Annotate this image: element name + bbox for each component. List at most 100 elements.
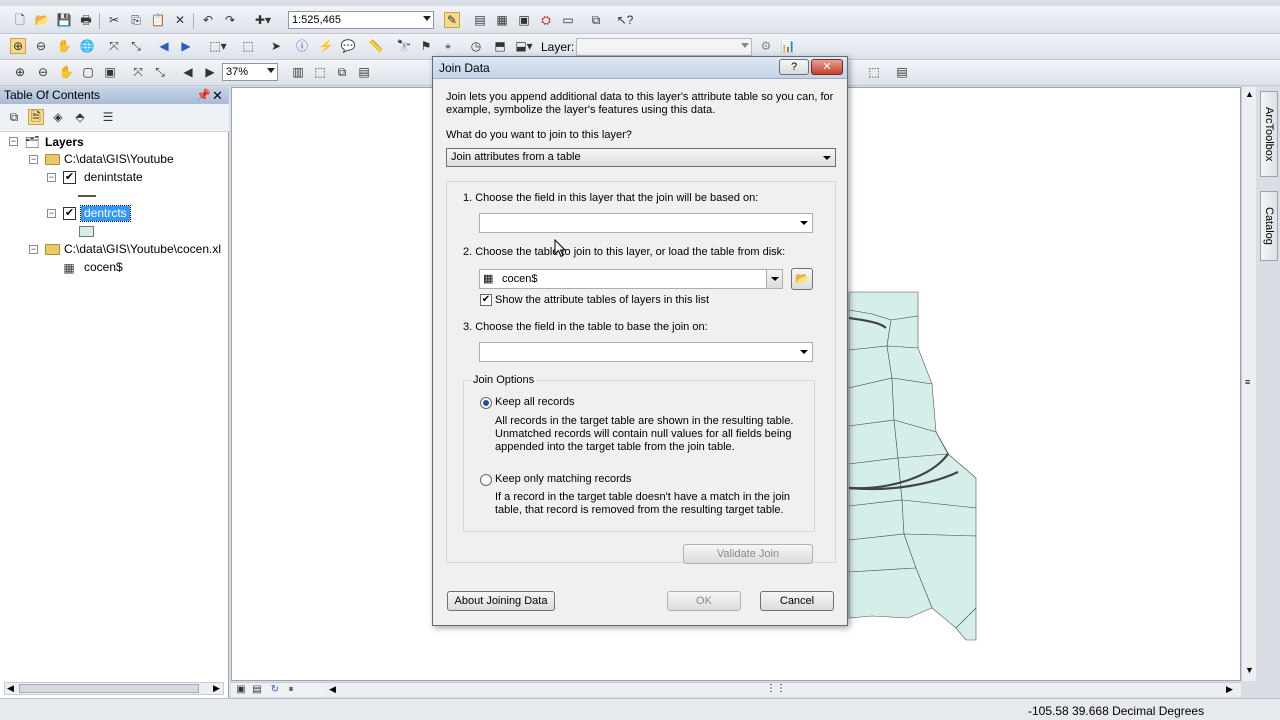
dialog-title-bar[interactable]: Join Data ? ✕: [433, 57, 847, 79]
focus-data-frame-icon[interactable]: ⬚: [312, 64, 328, 80]
table-field-select[interactable]: [479, 342, 813, 362]
join-table-select[interactable]: ▦ cocen$: [479, 269, 783, 289]
scroll-thumb[interactable]: [19, 684, 199, 693]
catalog-window-icon[interactable]: ▦: [494, 12, 510, 28]
pause-drawing-icon[interactable]: ⏸: [283, 682, 299, 698]
map-horizontal-scrollbar[interactable]: ◀ ⋮⋮ ▶: [326, 682, 1241, 697]
collapse-layers-icon[interactable]: −: [9, 137, 18, 146]
clear-selection-icon[interactable]: ⬚: [240, 38, 256, 54]
layer-visibility-checkbox[interactable]: ✔: [63, 171, 76, 184]
fixed-zoom-out-icon[interactable]: ⤡: [128, 38, 144, 54]
undo-icon[interactable]: ↶: [200, 12, 216, 28]
scroll-right-icon[interactable]: ▶: [213, 683, 220, 694]
paste-icon[interactable]: 📋: [150, 12, 166, 28]
draw-rectangle-icon[interactable]: ⬚: [866, 64, 882, 80]
go-back-extent-layout-icon[interactable]: ◀: [180, 64, 196, 80]
editor-toolbar-icon[interactable]: ✎: [444, 12, 460, 28]
collapse-group-icon[interactable]: −: [29, 155, 38, 164]
model-builder-icon[interactable]: ⧉: [588, 12, 604, 28]
toc-horizontal-scrollbar[interactable]: ◀ ▶: [4, 682, 224, 695]
keep-matching-records-label[interactable]: Keep only matching records: [495, 473, 631, 486]
list-by-visibility-icon[interactable]: ◈: [50, 109, 66, 125]
source-folder-youtube[interactable]: C:\data\GIS\Youtube: [64, 152, 174, 167]
full-extent-icon[interactable]: 🌐: [79, 38, 95, 54]
redo-icon[interactable]: ↷: [222, 12, 238, 28]
layout-view-icon[interactable]: ▤: [249, 682, 265, 698]
map-scale-combo[interactable]: 1:525,465: [288, 11, 434, 29]
arctoolbox-icon[interactable]: ⛭: [538, 12, 554, 28]
new-document-icon[interactable]: 🗋: [12, 12, 28, 28]
magnifier-icon[interactable]: ⬓▾: [514, 38, 534, 54]
toc-options-icon[interactable]: ☰: [100, 109, 116, 125]
fixed-zoom-in-icon[interactable]: ⤧: [106, 38, 122, 54]
cancel-button[interactable]: Cancel: [760, 591, 834, 611]
scroll-up-icon[interactable]: ▲: [1245, 89, 1254, 99]
zoom-out-icon[interactable]: ⊖: [33, 38, 49, 54]
zoom-whole-page-icon[interactable]: ▢: [80, 64, 96, 80]
data-driven-pages-icon[interactable]: ▤: [356, 64, 372, 80]
copy-icon[interactable]: ⎘: [128, 12, 144, 28]
back-extent-icon[interactable]: ◀: [156, 38, 172, 54]
time-slider-icon[interactable]: ◷: [468, 38, 484, 54]
add-data-icon[interactable]: ✚▾: [250, 12, 276, 28]
go-forward-extent-layout-icon[interactable]: ▶: [202, 64, 218, 80]
map-vertical-scrollbar[interactable]: ▲ ≡ ▼: [1241, 87, 1256, 681]
layer-denintstate[interactable]: denintstate: [84, 170, 143, 185]
print-icon[interactable]: 🖶: [78, 12, 94, 28]
list-by-drawing-order-icon[interactable]: ⧉: [6, 109, 22, 125]
close-button[interactable]: ✕: [811, 59, 843, 75]
toggle-draft-mode-icon[interactable]: ▥: [290, 64, 306, 80]
help-button[interactable]: ?: [779, 59, 809, 75]
show-attribute-tables-checkbox[interactable]: ✔: [480, 294, 492, 306]
layer-field-select[interactable]: [479, 213, 813, 233]
layer-visibility-checkbox[interactable]: ✔: [63, 207, 76, 220]
create-viewer-window-icon[interactable]: ⬒: [492, 38, 508, 54]
catalog-tab[interactable]: Catalog: [1260, 191, 1278, 261]
keep-all-records-radio[interactable]: [480, 397, 492, 409]
measure-icon[interactable]: 📏: [368, 38, 384, 54]
select-features-icon[interactable]: ⬚▾: [206, 38, 230, 54]
ok-button[interactable]: OK: [667, 591, 741, 611]
change-layout-icon[interactable]: ⧉: [334, 64, 350, 80]
python-window-icon[interactable]: ▭: [560, 12, 576, 28]
go-to-xy-icon[interactable]: ⌖: [440, 38, 456, 54]
draw-text-icon[interactable]: ▤: [894, 64, 910, 80]
html-popup-icon[interactable]: 💬: [340, 38, 356, 54]
arctoolbox-tab[interactable]: ArcToolbox: [1260, 91, 1278, 177]
validate-join-button[interactable]: Validate Join: [683, 544, 813, 564]
toc-close-icon[interactable]: ✕: [212, 87, 223, 104]
fixed-zoom-in-layout-icon[interactable]: ⤧: [130, 64, 146, 80]
layer-combo[interactable]: [576, 38, 752, 56]
scroll-right-icon[interactable]: ▶: [1226, 684, 1233, 695]
layers-root[interactable]: Layers: [45, 135, 84, 150]
table-of-contents-window-icon[interactable]: ▤: [472, 12, 488, 28]
collapse-layer-icon[interactable]: −: [47, 209, 56, 218]
georeference-icon[interactable]: ⚙: [758, 38, 774, 54]
pin-icon[interactable]: 📌: [196, 87, 211, 104]
about-joining-data-button[interactable]: About Joining Data: [447, 591, 555, 611]
pan-icon[interactable]: ✋: [56, 38, 72, 54]
find-route-icon[interactable]: ⚑: [418, 38, 434, 54]
list-by-source-icon[interactable]: 🗎: [28, 109, 44, 125]
polygon-symbol[interactable]: [79, 226, 94, 237]
save-icon[interactable]: 💾: [56, 12, 72, 28]
source-folder-cocen[interactable]: C:\data\GIS\Youtube\cocen.xl: [64, 242, 221, 257]
keep-matching-records-radio[interactable]: [480, 474, 492, 486]
histogram-icon[interactable]: 📊: [780, 38, 796, 54]
layout-pan-icon[interactable]: ✋: [58, 64, 74, 80]
layout-zoom-out-icon[interactable]: ⊖: [35, 64, 51, 80]
scroll-grip-icon[interactable]: ≡: [1245, 377, 1250, 387]
open-folder-icon[interactable]: 📂: [34, 12, 50, 28]
find-icon[interactable]: 🔭: [396, 38, 412, 54]
collapse-layer-icon[interactable]: −: [47, 173, 56, 182]
cut-icon[interactable]: ✂: [106, 12, 122, 28]
list-by-selection-icon[interactable]: ⬘: [72, 109, 88, 125]
layer-dentrcts[interactable]: dentrcts: [80, 205, 131, 222]
search-window-icon[interactable]: ▣: [516, 12, 532, 28]
zoom-in-icon[interactable]: ⊕: [10, 38, 26, 54]
layout-zoom-in-icon[interactable]: ⊕: [12, 64, 28, 80]
whats-this-icon[interactable]: ↖?: [614, 12, 636, 28]
zoom-100-icon[interactable]: ▣: [102, 64, 118, 80]
refresh-icon[interactable]: ↻: [267, 682, 283, 698]
scroll-down-icon[interactable]: ▼: [1245, 665, 1254, 675]
